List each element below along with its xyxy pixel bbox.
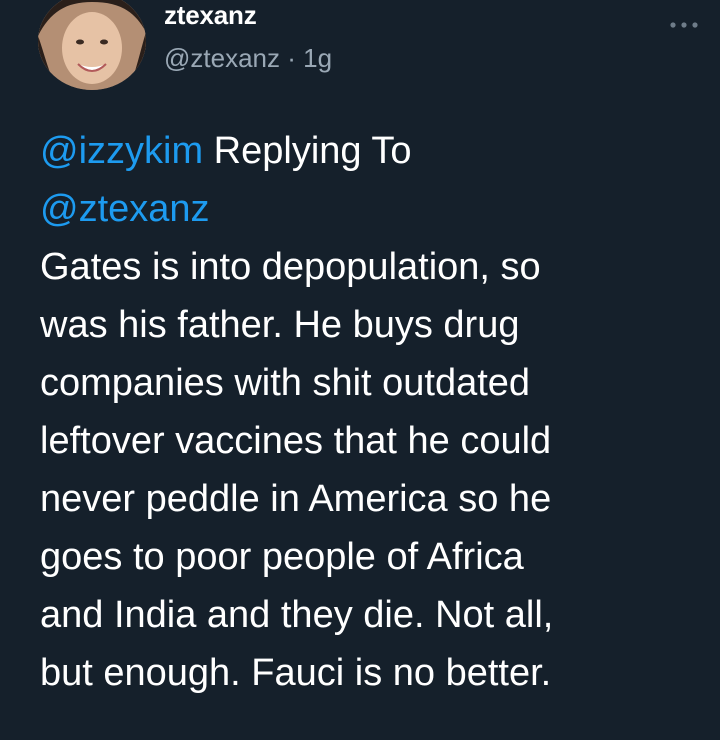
tweet-text-line: leftover vaccines that he could — [40, 420, 552, 462]
tweet-timestamp[interactable]: 1g — [303, 43, 332, 73]
tweet-text-line: goes to poor people of Africa — [40, 536, 524, 578]
avatar[interactable] — [38, 0, 146, 90]
tweet-text-line: never peddle in America so he — [40, 478, 552, 520]
mention-link-ztexanz[interactable]: @ztexanz — [40, 188, 210, 230]
tweet-text-line: but enough. Fauci is no better. — [40, 652, 552, 694]
replying-to-label: Replying To — [203, 130, 412, 172]
more-options-button[interactable] — [664, 12, 704, 38]
tweet-text-line: was his father. He buys drug — [40, 304, 520, 346]
tweet-text: @izzykim Replying To @ztexanz Gates is i… — [40, 122, 700, 702]
tweet-text-line: Gates is into depopulation, so — [40, 246, 541, 288]
mention-link-izzykim[interactable]: @izzykim — [40, 130, 203, 172]
meta-separator: · — [280, 43, 304, 73]
tweet-meta: @ztexanz · 1g — [164, 43, 332, 73]
more-dots-icon — [670, 22, 698, 28]
reply-context-line: @izzykim Replying To — [40, 122, 700, 180]
author-handle[interactable]: @ztexanz — [164, 43, 280, 73]
tweet-text-line: companies with shit outdated — [40, 362, 531, 404]
author-display-name[interactable]: ztexanz — [164, 0, 257, 30]
reply-target-line: @ztexanz — [40, 180, 700, 238]
tweet-text-line: and India and they die. Not all, — [40, 594, 554, 636]
avatar-image — [38, 0, 146, 90]
